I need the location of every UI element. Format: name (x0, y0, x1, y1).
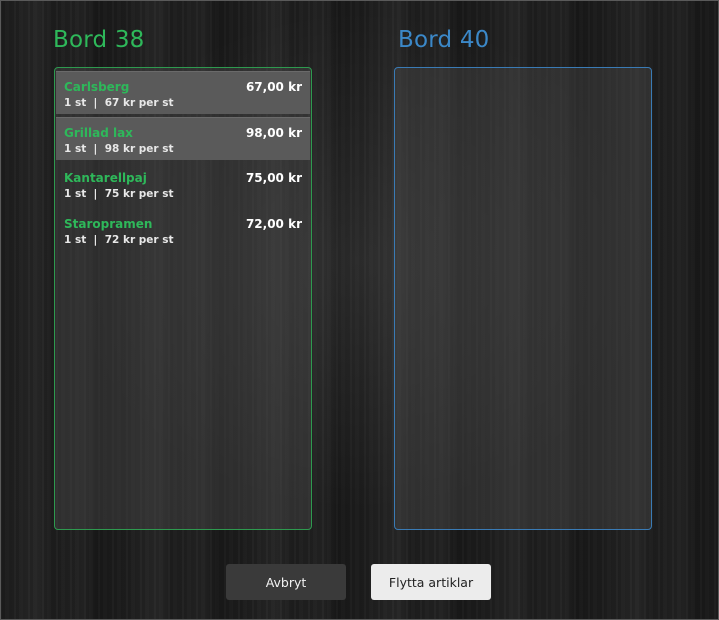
item-name: Grillad lax (64, 126, 133, 140)
cancel-button[interactable]: Avbryt (226, 564, 346, 600)
item-detail: 1 st | 98 kr per st (64, 143, 174, 155)
item-name: Kantarellpaj (64, 171, 147, 185)
source-order-panel[interactable]: Carlsberg 67,00 kr 1 st | 67 kr per st G… (54, 67, 312, 530)
item-name: Carlsberg (64, 80, 130, 94)
item-price: 75,00 kr (245, 171, 302, 185)
move-items-button[interactable]: Flytta artiklar (371, 564, 491, 600)
item-name: Staropramen (64, 217, 153, 231)
move-items-dialog: { "source_table": { "title": "Bord 38", … (0, 0, 719, 620)
order-item-grillad-lax[interactable]: Grillad lax 98,00 kr 1 st | 98 kr per st (56, 117, 310, 160)
order-item-kantarellpaj[interactable]: Kantarellpaj 75,00 kr 1 st | 75 kr per s… (56, 163, 310, 206)
source-table-title: Bord 38 (53, 27, 145, 53)
item-detail: 1 st | 75 kr per st (64, 188, 174, 200)
item-detail: 1 st | 67 kr per st (64, 97, 174, 109)
item-price: 98,00 kr (245, 126, 302, 140)
source-order-list: Carlsberg 67,00 kr 1 st | 67 kr per st G… (55, 68, 311, 252)
target-order-list (395, 68, 651, 71)
order-item-staropramen[interactable]: Staropramen 72,00 kr 1 st | 72 kr per st (56, 209, 310, 252)
item-price: 72,00 kr (245, 217, 302, 231)
target-order-panel[interactable] (394, 67, 652, 530)
item-price: 67,00 kr (245, 80, 302, 94)
order-item-carlsberg[interactable]: Carlsberg 67,00 kr 1 st | 67 kr per st (56, 71, 310, 114)
target-table-title: Bord 40 (398, 27, 490, 53)
item-detail: 1 st | 72 kr per st (64, 234, 174, 246)
